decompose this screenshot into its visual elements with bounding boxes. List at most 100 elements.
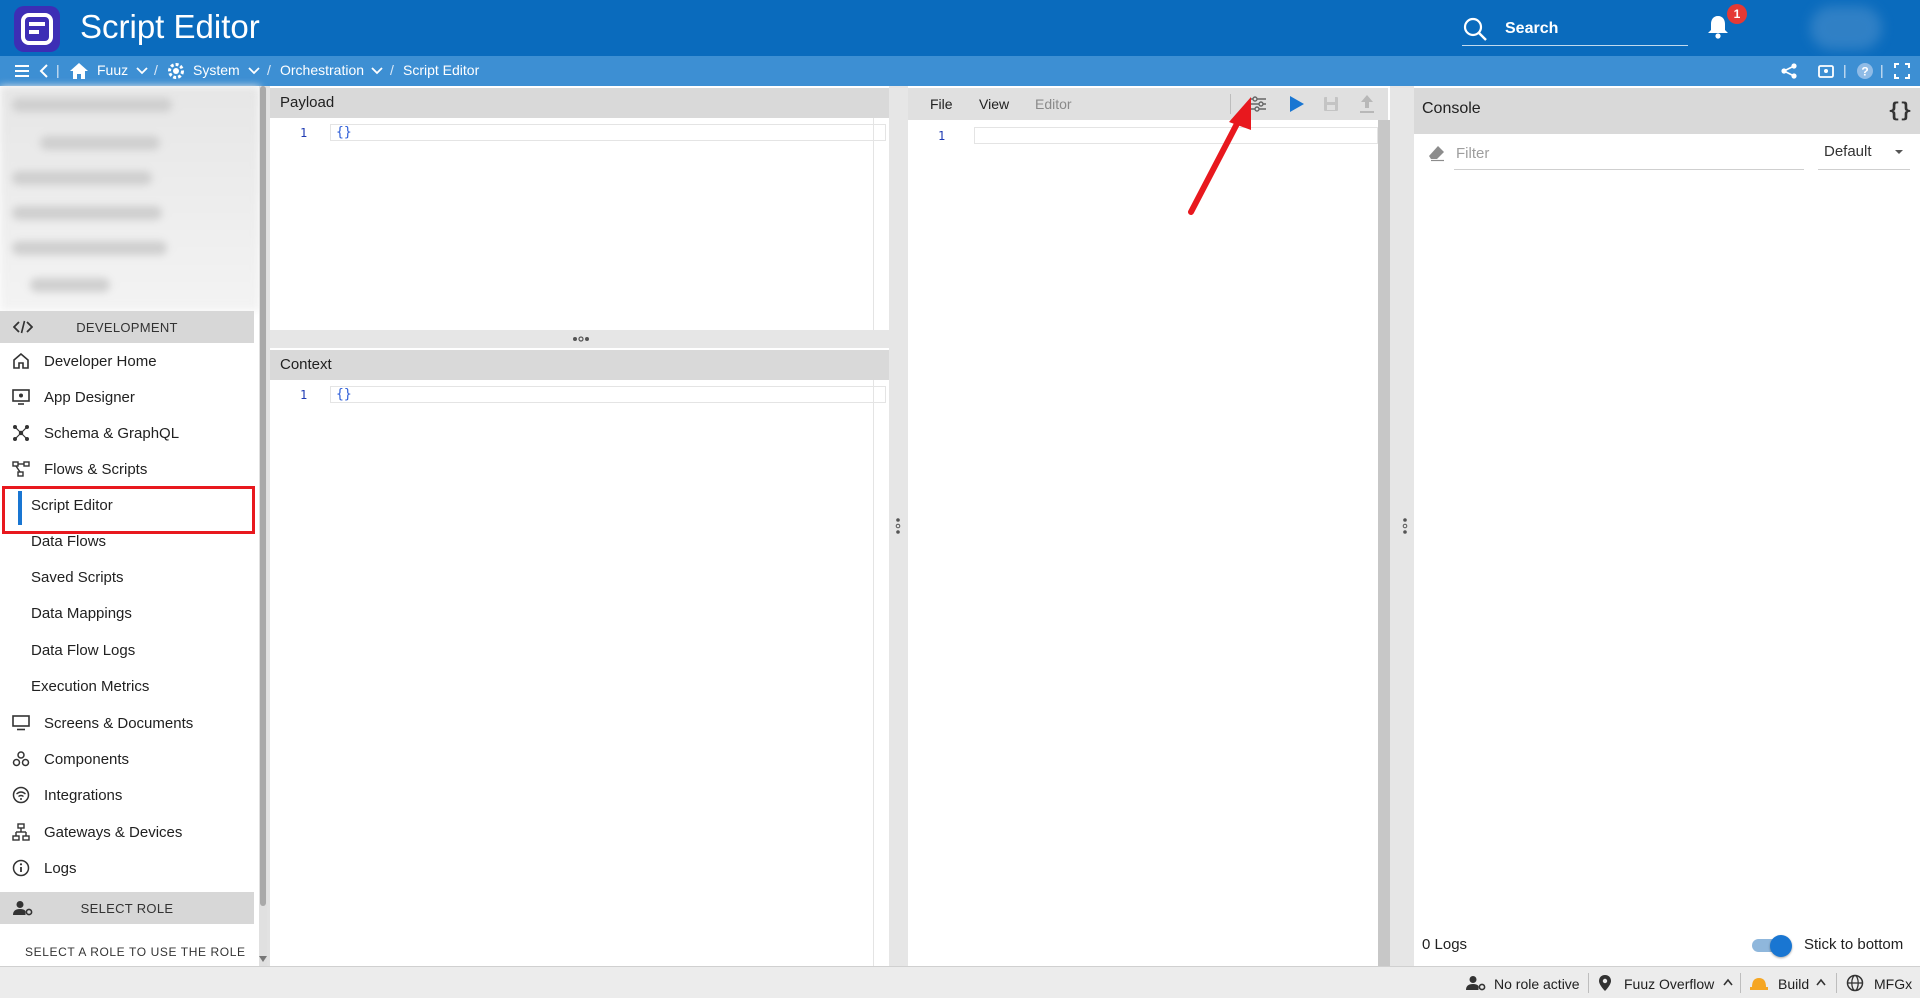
breadcrumb-item-fuuz[interactable]: Fuuz [97,62,128,78]
sidebar-scrollbar-thumb[interactable] [260,86,266,906]
sidebar-item-flows-scripts[interactable]: Flows & Scripts [0,451,254,487]
menu-icon[interactable] [13,62,31,80]
search-icon [1462,16,1488,42]
sidebar-item-schema-graphql[interactable]: Schema & GraphQL [0,415,254,451]
log-level-value: Default [1824,143,1872,160]
payload-header: Payload [270,88,889,118]
fullscreen-icon[interactable] [1893,62,1911,80]
status-divider [1588,973,1589,993]
context-code[interactable]: {} [336,387,352,402]
sidebar-item-data-flow-logs[interactable]: Data Flow Logs [0,632,254,668]
sidebar-item-screens-documents[interactable]: Screens & Documents [0,705,254,741]
status-bar: No role active Fuuz Overflow Build MFGx [0,966,1920,998]
breadcrumb-item-system[interactable]: System [193,62,240,78]
back-icon[interactable] [38,62,50,80]
role-status[interactable]: No role active [1494,976,1580,992]
sidebar-item-gateways-devices[interactable]: Gateways & Devices [0,814,254,850]
home-icon [69,61,89,81]
sidebar-item-label: Saved Scripts [31,569,124,586]
context-editor[interactable]: 1 {} [270,380,889,966]
upload-icon[interactable] [1357,93,1377,115]
script-code-editor[interactable]: 1 [908,120,1378,966]
sidebar-item-components[interactable]: Components [0,741,254,777]
drag-handle-icon[interactable] [895,517,901,535]
location-status[interactable]: Fuuz Overflow [1624,976,1714,992]
role-hint: SELECT A ROLE TO USE THE ROLE [25,945,246,959]
sidebar-item-data-mappings[interactable]: Data Mappings [0,595,254,631]
chevron-down-icon[interactable] [247,64,261,78]
stick-to-bottom-label: Stick to bottom [1804,936,1904,953]
sidebar-item-saved-scripts[interactable]: Saved Scripts [0,559,254,595]
active-line [330,124,886,141]
globe-icon [1846,974,1864,992]
line-number: 1 [300,126,308,140]
bell-icon[interactable] [1706,14,1730,40]
sidebar-item-execution-metrics[interactable]: Execution Metrics [0,668,254,704]
status-divider [1836,973,1837,993]
menu-editor[interactable]: Editor [1035,96,1072,112]
person-gear-icon [1466,975,1486,991]
menu-view[interactable]: View [979,96,1009,112]
select-role-section-header[interactable]: SELECT ROLE [0,892,254,924]
share-icon[interactable] [1780,62,1798,80]
app-title: Script Editor [80,8,260,45]
dropdown-arrow-icon [1895,150,1903,154]
play-icon[interactable] [1286,94,1306,114]
active-line[interactable] [974,127,1378,144]
breadcrumb: | Fuuz / System / Orchestration / Script… [0,56,1920,86]
schema-icon [12,424,30,442]
braces-icon[interactable]: {} [1888,98,1912,122]
home-outline-icon [12,352,30,370]
badge-icon[interactable] [1817,62,1835,80]
sidebar-item-label: Gateways & Devices [44,824,183,841]
mode-status[interactable]: Build [1778,976,1809,992]
tenant-status[interactable]: MFGx [1874,976,1912,992]
drag-handle-icon[interactable] [1402,517,1408,535]
app-logo[interactable] [14,6,60,52]
editor-ruler [873,380,874,966]
flow-icon [12,460,30,478]
menu-file[interactable]: File [930,96,953,112]
components-icon [12,750,30,768]
sidebar-item-label: Schema & GraphQL [44,425,180,442]
payload-editor[interactable]: 1 {} [270,118,889,330]
log-level-select[interactable]: Default [1818,135,1910,170]
chevron-up-icon[interactable] [1815,977,1827,987]
line-number: 1 [938,129,946,143]
line-number: 1 [300,388,308,402]
editor-scrollbar[interactable] [1378,120,1390,966]
toggle-thumb [1770,935,1792,957]
editor-ruler [873,118,874,330]
desktop-icon [12,714,30,732]
search-label: Search [1505,20,1559,37]
sidebar-item-label: Components [44,751,130,768]
script-editor-toolbar: File View Editor [908,88,1388,120]
development-section-header[interactable]: DEVELOPMENT [0,311,254,343]
chevron-down-icon[interactable] [135,64,149,78]
sidebar-item-label: Data Flow Logs [31,642,136,659]
sidebar-item-label: Developer Home [44,353,157,370]
development-label: DEVELOPMENT [76,320,178,335]
help-icon[interactable]: ? [1855,61,1875,81]
chevron-up-icon[interactable] [1722,977,1734,987]
payload-code[interactable]: {} [336,125,352,140]
eraser-icon[interactable] [1428,144,1446,162]
search-input[interactable]: Search [1462,12,1688,46]
sidebar-item-label: Flows & Scripts [44,461,148,478]
breadcrumb-item-orchestration[interactable]: Orchestration [280,62,364,78]
console-log-area [1414,172,1920,930]
chevron-down-icon[interactable] [370,64,384,78]
avatar[interactable] [1810,6,1882,50]
svg-text:?: ? [1861,65,1868,79]
stick-to-bottom-toggle[interactable] [1752,935,1792,957]
console-filter-input[interactable]: Filter [1454,135,1804,170]
network-icon [12,823,30,841]
location-pin-icon [1598,974,1612,992]
sidebar-item-app-designer[interactable]: App Designer [0,379,254,415]
save-icon[interactable] [1321,94,1341,114]
sidebar-item-logs[interactable]: Logs [0,850,254,886]
sidebar-item-developer-home[interactable]: Developer Home [0,343,254,379]
horizontal-split-handle[interactable] [270,330,889,348]
sidebar-item-integrations[interactable]: Integrations [0,777,254,813]
status-divider [1740,973,1741,993]
